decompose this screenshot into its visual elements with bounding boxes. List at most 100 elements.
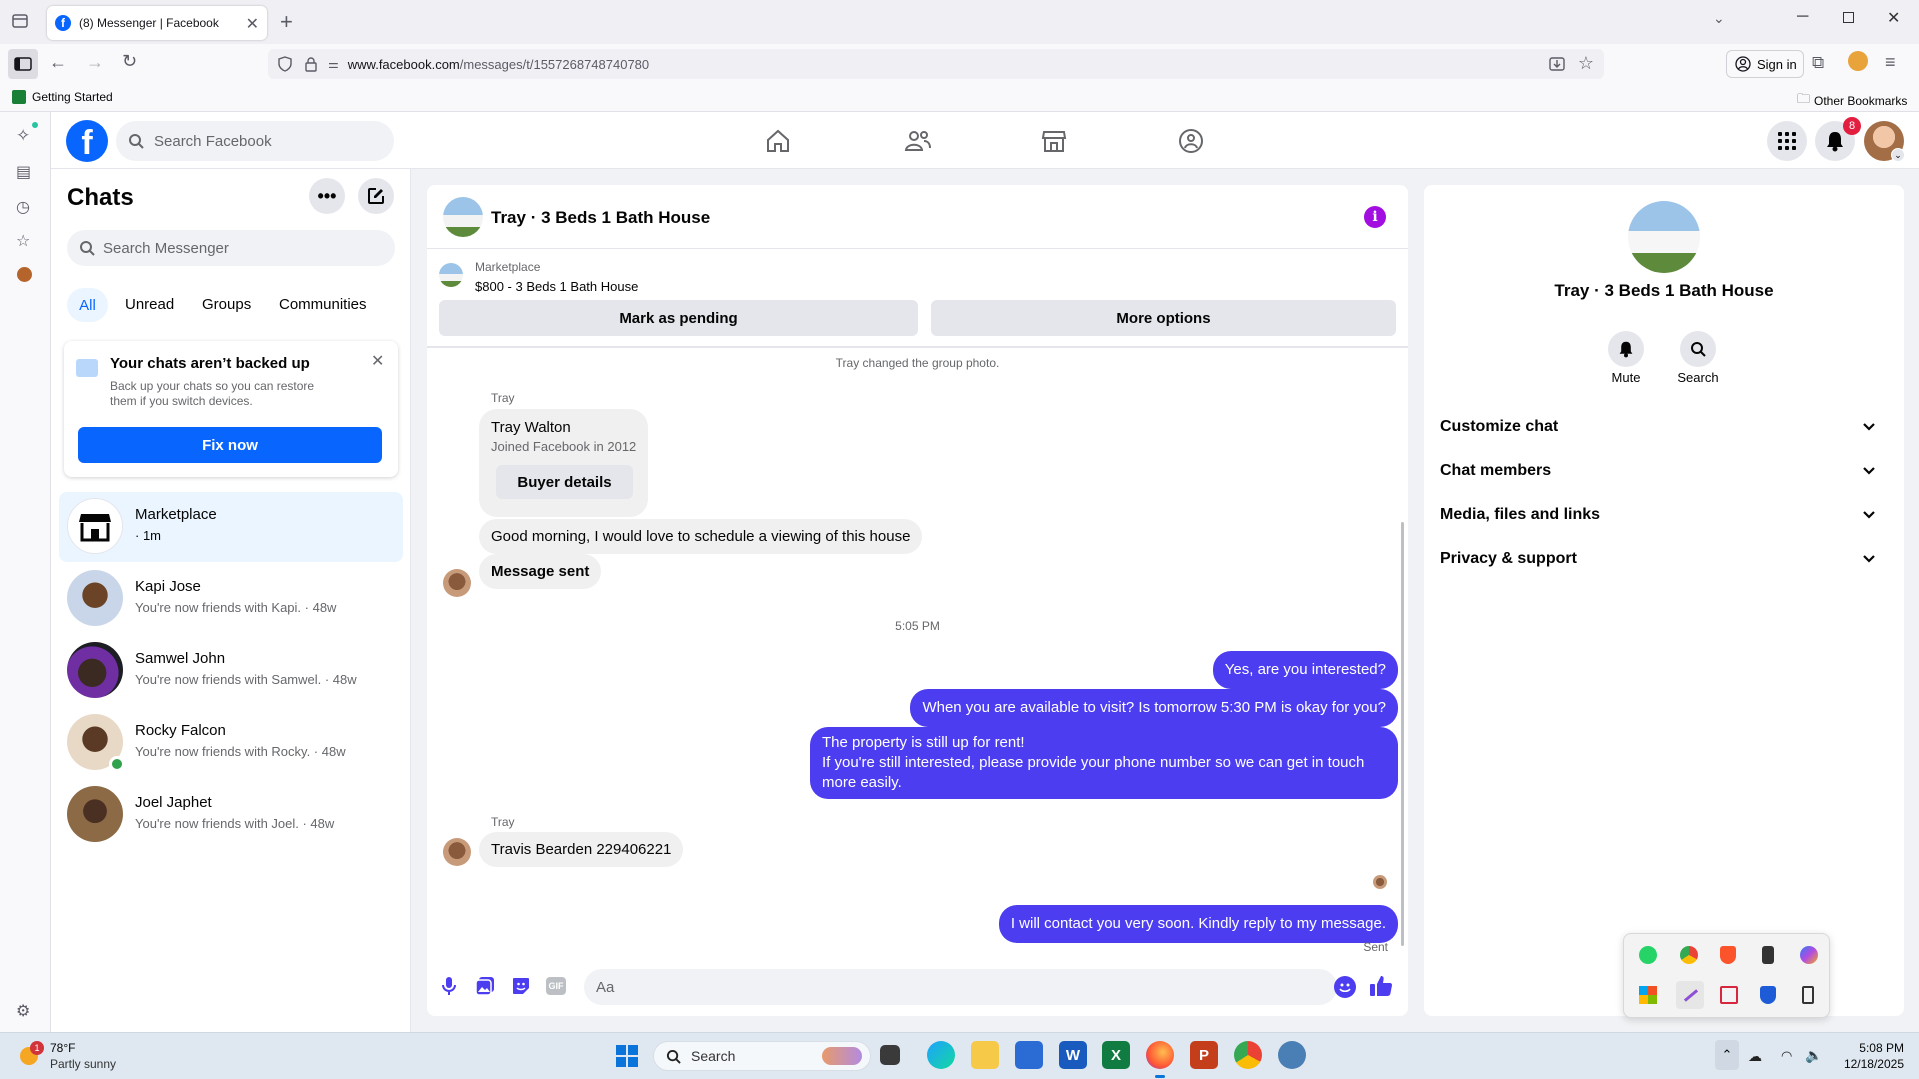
extensions-icon[interactable]: ⧉ bbox=[1812, 53, 1824, 73]
taskbar-search[interactable]: Search bbox=[653, 1041, 871, 1071]
synced-tabs-icon[interactable]: ▤ bbox=[16, 162, 31, 182]
eject-device-icon[interactable] bbox=[1802, 986, 1814, 1004]
chat-item-samwel-john[interactable]: Samwel John You're now friends with Samw… bbox=[59, 636, 403, 706]
media-files-links-section[interactable]: Media, files and links bbox=[1440, 495, 1888, 535]
facebook-search-input[interactable]: Search Facebook bbox=[116, 121, 394, 161]
forward-icon[interactable]: → bbox=[86, 52, 104, 73]
filter-groups[interactable]: Groups bbox=[202, 296, 251, 313]
chat-item-rocky-falcon[interactable]: Rocky Falcon You're now friends with Roc… bbox=[59, 708, 403, 778]
tab-list-icon[interactable] bbox=[10, 11, 30, 31]
sign-in-button[interactable]: Sign in bbox=[1726, 50, 1804, 78]
mute-button[interactable] bbox=[1608, 331, 1644, 367]
conversation-avatar[interactable] bbox=[443, 197, 483, 237]
home-nav-icon[interactable] bbox=[765, 128, 791, 154]
browser-tab-messenger[interactable]: f (8) Messenger | Facebook ✕ bbox=[47, 6, 267, 40]
pen-tool-icon[interactable] bbox=[1676, 981, 1704, 1009]
ai-chatbot-icon[interactable]: ✧ bbox=[16, 126, 30, 146]
tab-close-icon[interactable]: ✕ bbox=[246, 14, 259, 34]
chat-members-section[interactable]: Chat members bbox=[1440, 451, 1888, 491]
more-options-button[interactable]: More options bbox=[931, 300, 1396, 336]
file-explorer-icon[interactable] bbox=[971, 1041, 999, 1069]
menu-grid-button[interactable] bbox=[1767, 121, 1807, 161]
conversation-title[interactable]: Tray · 3 Beds 1 Bath House bbox=[491, 208, 710, 228]
excel-icon[interactable]: X bbox=[1102, 1041, 1130, 1069]
task-view-icon[interactable] bbox=[880, 1045, 900, 1065]
microphone-icon[interactable] bbox=[441, 976, 457, 996]
chat-item-kapi-jose[interactable]: Kapi Jose You're now friends with Kapi. … bbox=[59, 564, 403, 634]
sidebar-toggle-icon[interactable] bbox=[8, 49, 38, 79]
usb-device-icon[interactable] bbox=[1762, 946, 1774, 964]
store-icon[interactable] bbox=[1015, 1041, 1043, 1069]
account-chevron-icon[interactable]: ⌄ bbox=[1891, 148, 1905, 162]
chrome-icon[interactable] bbox=[1234, 1041, 1262, 1069]
windows-color-icon[interactable] bbox=[1639, 986, 1657, 1004]
whatsapp-icon[interactable] bbox=[1639, 946, 1657, 964]
scrollbar[interactable] bbox=[1401, 522, 1404, 946]
cloud-offline-icon[interactable]: ☁ bbox=[1748, 1048, 1762, 1065]
firefox-icon[interactable] bbox=[1146, 1041, 1174, 1069]
close-icon[interactable]: ✕ bbox=[371, 351, 384, 371]
window-close-icon[interactable]: ✕ bbox=[1887, 8, 1900, 28]
bookmark-getting-started[interactable]: Getting Started bbox=[12, 90, 113, 104]
shield-icon[interactable] bbox=[277, 56, 293, 72]
privacy-support-section[interactable]: Privacy & support bbox=[1440, 539, 1888, 579]
save-page-icon[interactable] bbox=[1548, 55, 1566, 73]
friends-nav-icon[interactable] bbox=[904, 128, 932, 154]
bookmarks-icon[interactable]: ☆ bbox=[16, 231, 30, 251]
chats-options-button[interactable]: ••• bbox=[309, 178, 345, 214]
weather-widget[interactable]: 1 bbox=[18, 1041, 44, 1067]
thumbs-up-icon[interactable] bbox=[1369, 974, 1393, 998]
security-shield-icon[interactable] bbox=[1760, 986, 1776, 1004]
chrome-tray-icon[interactable] bbox=[1680, 946, 1698, 964]
minimize-icon[interactable]: ─ bbox=[1797, 8, 1808, 26]
powerpoint-icon[interactable]: P bbox=[1190, 1041, 1218, 1069]
copilot-icon[interactable] bbox=[1800, 946, 1818, 964]
sticker-icon[interactable] bbox=[511, 976, 531, 996]
tray-chevron-up-icon[interactable]: ⌃ bbox=[1715, 1040, 1739, 1070]
search-in-chat-button[interactable] bbox=[1680, 331, 1716, 367]
brave-icon[interactable] bbox=[1720, 946, 1736, 964]
buyer-details-button[interactable]: Buyer details bbox=[496, 465, 633, 499]
clock-date[interactable]: 12/18/2025 bbox=[1830, 1057, 1904, 1071]
new-message-button[interactable] bbox=[358, 178, 394, 214]
message-composer-input[interactable]: Aa bbox=[584, 969, 1337, 1005]
fix-now-button[interactable]: Fix now bbox=[78, 427, 382, 463]
app-menu-icon[interactable]: ≡ bbox=[1885, 52, 1896, 73]
conversation-info-icon[interactable]: i bbox=[1364, 206, 1386, 228]
listing-title[interactable]: $800 - 3 Beds 1 Bath House bbox=[475, 279, 638, 294]
mark-as-pending-button[interactable]: Mark as pending bbox=[439, 300, 918, 336]
marketplace-nav-icon[interactable] bbox=[1041, 128, 1067, 154]
clock-time[interactable]: 5:08 PM bbox=[1838, 1041, 1904, 1055]
volume-icon[interactable]: 🔈 bbox=[1805, 1047, 1822, 1064]
filter-communities[interactable]: Communities bbox=[279, 296, 367, 313]
messenger-search-input[interactable]: Search Messenger bbox=[67, 230, 395, 266]
emoji-icon[interactable] bbox=[1334, 976, 1356, 998]
pdf-tool-icon[interactable] bbox=[1720, 986, 1738, 1004]
bookmark-star-icon[interactable]: ☆ bbox=[1578, 53, 1594, 74]
restore-icon[interactable] bbox=[1843, 12, 1854, 23]
back-icon[interactable]: ← bbox=[49, 52, 67, 73]
facebook-logo-icon[interactable]: f bbox=[66, 120, 108, 162]
cookie-extension-icon[interactable] bbox=[17, 267, 32, 282]
word-icon[interactable]: W bbox=[1059, 1041, 1087, 1069]
other-bookmarks[interactable]: 🗀 Other Bookmarks bbox=[1797, 90, 1907, 112]
customize-chat-section[interactable]: Customize chat bbox=[1440, 407, 1888, 447]
wifi-icon[interactable]: ◠ bbox=[1781, 1048, 1792, 1064]
edge-icon[interactable] bbox=[927, 1041, 955, 1069]
address-bar[interactable]: ⚌ www.facebook.com/messages/t/1557268748… bbox=[268, 49, 1604, 79]
extension-fox-icon[interactable] bbox=[1848, 51, 1868, 71]
lock-icon[interactable] bbox=[304, 56, 318, 72]
app-icon[interactable] bbox=[1278, 1041, 1306, 1069]
history-icon[interactable]: ◷ bbox=[16, 197, 30, 217]
filter-all[interactable]: All bbox=[67, 288, 108, 322]
groups-nav-icon[interactable] bbox=[1178, 128, 1204, 154]
chat-item-joel-japhet[interactable]: Joel Japhet You're now friends with Joel… bbox=[59, 780, 403, 850]
list-all-tabs-icon[interactable]: ⌄ bbox=[1713, 10, 1725, 27]
gif-icon[interactable]: GIF bbox=[546, 977, 566, 995]
reload-icon[interactable]: ↻ bbox=[122, 51, 137, 72]
chat-item-marketplace[interactable]: Marketplace · 1m bbox=[59, 492, 403, 562]
permissions-icon[interactable]: ⚌ bbox=[328, 57, 339, 71]
photo-icon[interactable] bbox=[475, 976, 495, 996]
new-tab-icon[interactable]: + bbox=[280, 9, 293, 35]
sidebar-settings-icon[interactable]: ⚙ bbox=[16, 1001, 30, 1021]
